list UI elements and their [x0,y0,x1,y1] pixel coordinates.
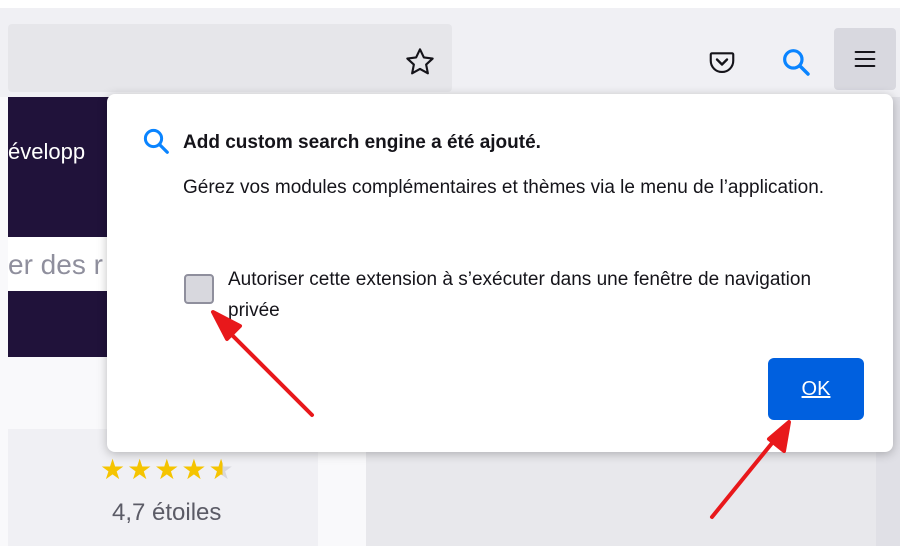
search-engine-button[interactable] [776,42,816,82]
star-partial-icon: ★ [208,454,234,485]
url-bar[interactable] [8,24,452,92]
private-browsing-checkbox-label[interactable]: Autoriser cette extension à s’exécuter d… [228,264,868,326]
hamburger-menu-icon [854,50,876,68]
ok-button[interactable]: OK [768,358,864,420]
pocket-button[interactable] [702,42,742,82]
page-header-band: évelopp [8,97,110,357]
pocket-icon [709,52,735,73]
page-heading-fragment: évelopp [8,139,86,164]
page-search-field[interactable]: er des r [8,237,110,291]
star-filled-icon: ★ [154,454,180,485]
private-browsing-checkbox[interactable] [184,274,214,304]
extension-added-notification: Add custom search engine a été ajouté. G… [107,94,893,452]
search-icon [783,49,810,76]
rating-label: 4,7 étoiles [112,499,222,526]
browser-toolbar [0,0,900,97]
app-menu-button[interactable] [834,28,896,90]
search-icon [143,128,169,154]
tab-strip-edge [0,0,900,8]
star-filled-icon: ★ [100,454,126,485]
page-search-placeholder: er des r [8,249,103,280]
star-icon [406,48,434,75]
bookmark-star-button[interactable] [400,42,440,82]
content-card [366,447,876,546]
rating-stars: ★ ★ ★ ★ ★ [100,455,234,485]
notification-title: Add custom search engine a été ajouté. [183,132,541,153]
notification-description: Gérez vos modules complémentaires et thè… [183,177,825,198]
star-filled-icon: ★ [181,454,207,485]
star-filled-icon: ★ [127,454,153,485]
